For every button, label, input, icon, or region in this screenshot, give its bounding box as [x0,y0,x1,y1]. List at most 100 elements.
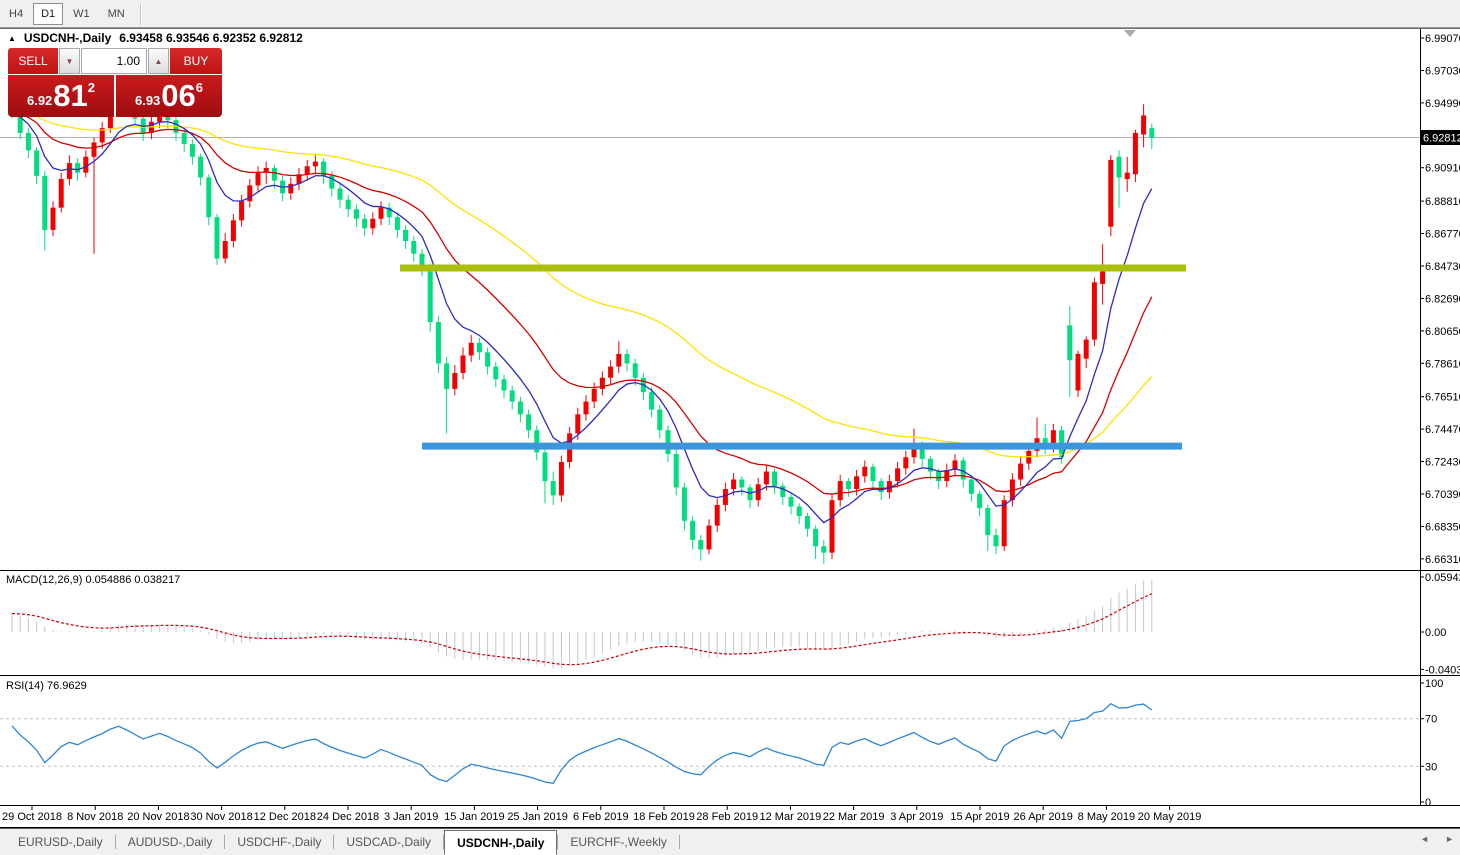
tab-scroll-right-icon[interactable]: ► [1445,834,1454,844]
svg-text:6.86770: 6.86770 [1425,229,1460,241]
svg-text:26 Apr 2019: 26 Apr 2019 [1014,811,1073,823]
svg-text:15 Jan 2019: 15 Jan 2019 [444,811,505,823]
svg-text:6.72430: 6.72430 [1425,457,1460,469]
macd-pane [11,579,1153,669]
chart-tab-eurchf-weekly[interactable]: EURCHF-,Weekly [558,829,678,855]
svg-text:24 Dec 2018: 24 Dec 2018 [317,811,379,823]
timeframe-button-h4[interactable]: H4 [1,3,31,25]
svg-text:6.88810: 6.88810 [1425,196,1460,208]
buy-price-big: 06 [161,78,196,113]
svg-text:18 Feb 2019: 18 Feb 2019 [633,811,695,823]
macd-name: MACD(12,26,9) [6,574,83,586]
svg-text:6.82690: 6.82690 [1425,293,1460,305]
chevron-down-icon: ▼ [65,56,74,66]
buy-price-prefix: 6.93 [134,92,161,108]
sell-price-big: 81 [53,78,88,113]
svg-text:0: 0 [1425,797,1431,809]
svg-text:12 Mar 2019: 12 Mar 2019 [760,811,822,823]
sell-price-prefix: 6.92 [26,92,53,108]
tab-scroll-left-icon[interactable]: ◄ [1420,834,1429,844]
timeframe-button-w1[interactable]: W1 [65,3,98,25]
date-axis[interactable]: 29 Oct 2018 8 Nov 2018 20 Nov 2018 30 Nov 2… [2,806,1201,823]
svg-text:6.66310: 6.66310 [1425,554,1460,566]
symbol-period-label: USDCNH-,Daily [23,31,112,45]
rsi-pane [0,702,1420,784]
one-click-trading-panel: SELL ▼ ▲ BUY 6.92 81 2 6.93 06 6 [8,48,222,117]
sell-price-box[interactable]: 6.92 81 2 [8,75,114,117]
svg-text:6.84730: 6.84730 [1425,261,1460,273]
rsi-line [11,702,1153,784]
buy-button[interactable]: BUY [170,48,222,74]
chart-tab-eurusd-daily[interactable]: EURUSD-,Daily [6,829,115,855]
svg-text:3 Apr 2019: 3 Apr 2019 [890,811,943,823]
chevron-up-icon: ▲ [154,56,163,66]
svg-text:6 Feb 2019: 6 Feb 2019 [573,811,629,823]
tab-scroll-buttons: ◄ ► [1420,834,1454,844]
svg-text:6.74470: 6.74470 [1425,424,1460,436]
svg-text:15 Apr 2019: 15 Apr 2019 [950,811,1009,823]
svg-text:6.90910: 6.90910 [1425,163,1460,175]
quote-line: ▲ USDCNH-,Daily 6.93458 6.93546 6.92352 … [8,31,303,45]
ma-fast-blue [11,111,1153,524]
macd-signal-line [11,593,1153,666]
svg-text:6.78610: 6.78610 [1425,358,1460,370]
chart-tab-bar: EURUSD-,Daily AUDUSD-,Daily USDCHF-,Daily U… [0,828,1460,855]
sell-button[interactable]: SELL [8,48,58,74]
sell-price-pip: 2 [87,79,96,95]
macd-label: MACD(12,26,9) 0.054886 0.038217 [6,574,180,586]
svg-text:3 Jan 2019: 3 Jan 2019 [384,811,438,823]
svg-text:8 May 2019: 8 May 2019 [1078,811,1135,823]
svg-text:0.059422: 0.059422 [1425,572,1460,584]
chart-tab-audusd-daily[interactable]: AUDUSD-,Daily [116,829,225,855]
price-axis[interactable]: 6.99070 6.97030 6.94990 6.90910 6.88810 6.867… [1420,33,1460,566]
pane-separators [0,28,1460,828]
candles-layer [9,82,1155,564]
svg-text:6.99070: 6.99070 [1425,33,1460,45]
svg-text:28 Feb 2019: 28 Feb 2019 [696,811,758,823]
svg-text:8 Nov 2018: 8 Nov 2018 [67,811,123,823]
svg-text:-0.040371: -0.040371 [1425,664,1460,676]
timeframe-button-d1[interactable]: D1 [33,2,64,25]
mt4-window: H4D1W1MN 6.99070 6.97030 6.94990 6.90910 6.8… [0,0,1460,855]
timeframe-button-mn[interactable]: MN [100,3,133,25]
buy-price-box[interactable]: 6.93 06 6 [116,75,222,117]
svg-text:6.97030: 6.97030 [1425,65,1460,77]
volume-up-button[interactable]: ▲ [148,48,169,74]
moving-averages-layer [11,111,1153,524]
chart-shift-marker-icon[interactable] [1124,30,1136,37]
rsi-axis: 100 70 30 0 [1420,678,1443,809]
svg-text:6.92812: 6.92812 [1423,133,1460,145]
macd-axis: 0.059422 0.00 -0.040371 [1420,572,1460,676]
svg-text:30 Nov 2018: 30 Nov 2018 [190,811,252,823]
rsi-value: 76.9629 [46,680,87,692]
rsi-label: RSI(14) 76.9629 [6,680,87,692]
rsi-name: RSI(14) [6,680,44,692]
svg-text:6.76510: 6.76510 [1425,392,1460,404]
chart-tab-usdcad-daily[interactable]: USDCAD-,Daily [334,829,443,855]
svg-text:25 Jan 2019: 25 Jan 2019 [507,811,568,823]
ma-mid-red [11,111,1153,495]
chart-canvas[interactable]: 6.99070 6.97030 6.94990 6.90910 6.88810 6.867… [0,0,1460,855]
volume-down-button[interactable]: ▼ [59,48,80,74]
svg-text:6.70390: 6.70390 [1425,489,1460,501]
ma-slow-yellow [11,111,1153,458]
svg-text:22 Mar 2019: 22 Mar 2019 [823,811,885,823]
tab-separator [678,835,680,849]
svg-text:12 Dec 2018: 12 Dec 2018 [254,811,316,823]
ohlc-values: 6.93458 6.93546 6.92352 6.92812 [119,31,303,45]
svg-text:100: 100 [1425,678,1443,690]
svg-text:6.68350: 6.68350 [1425,521,1460,533]
collapse-panel-icon[interactable]: ▲ [8,34,16,43]
svg-text:6.94990: 6.94990 [1425,98,1460,110]
timeframe-toolbar: H4 D1 W1 MN [0,0,1460,28]
macd-values: 0.054886 0.038217 [85,574,181,586]
chart-tab-usdcnh-daily[interactable]: USDCNH-,Daily [444,830,558,855]
toolbar-separator [139,2,142,25]
chart-tab-usdchf-daily[interactable]: USDCHF-,Daily [225,829,333,855]
volume-input[interactable] [81,48,147,74]
buy-price-pip: 6 [195,79,204,95]
svg-text:70: 70 [1425,714,1437,726]
svg-text:29 Oct 2018: 29 Oct 2018 [2,811,62,823]
svg-text:30: 30 [1425,761,1437,773]
svg-text:0.00: 0.00 [1425,627,1446,639]
